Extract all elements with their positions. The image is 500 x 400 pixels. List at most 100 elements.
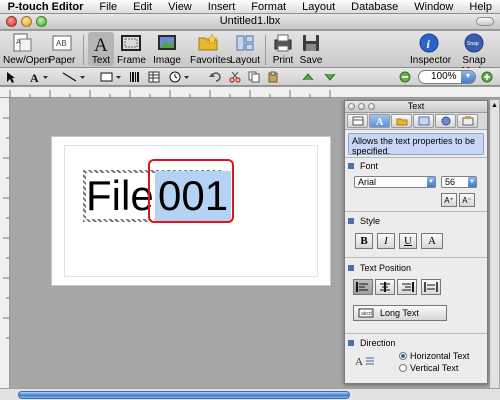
print-label: Print [272, 55, 294, 66]
menu-database[interactable]: Database [343, 1, 406, 13]
save-button[interactable]: Save [299, 32, 323, 66]
horizontal-text-radio[interactable]: Horizontal Text [399, 351, 469, 361]
long-text-label: Long Text [380, 308, 419, 318]
menu-help[interactable]: Help [461, 1, 500, 13]
favorites-button[interactable]: Favorites [190, 32, 231, 66]
tab-layout-icon[interactable] [347, 114, 368, 128]
section-divider [345, 257, 487, 258]
tab-image-icon[interactable] [435, 114, 456, 128]
barcode-icon[interactable] [128, 70, 142, 84]
label-page[interactable]: File 001 [51, 136, 331, 286]
section-marker-icon [348, 163, 354, 169]
menu-format[interactable]: Format [243, 1, 294, 13]
underline-label: U [404, 235, 412, 247]
horizontal-scrollbar[interactable] [0, 388, 500, 400]
inspector-close-button[interactable] [348, 103, 355, 110]
undo-icon[interactable] [208, 70, 222, 84]
line-tool-icon[interactable] [60, 70, 88, 84]
paper-button[interactable]: AB Paper [47, 32, 77, 66]
printer-icon [272, 32, 294, 54]
horizontal-ruler [0, 87, 500, 98]
inspector-tabs: A [345, 113, 487, 130]
text-effects-button[interactable]: A [421, 233, 443, 249]
database-table-icon[interactable] [147, 70, 161, 84]
menu-file[interactable]: File [91, 1, 125, 13]
align-right-button[interactable] [397, 279, 417, 295]
italic-button[interactable]: I [377, 233, 395, 249]
text-object-word[interactable]: File [86, 171, 154, 221]
svg-text:A: A [30, 71, 39, 83]
font-size-increase-button[interactable]: A⁺ [441, 193, 457, 207]
font-size-increase-icon: A⁺ [444, 195, 454, 205]
align-center-button[interactable] [375, 279, 395, 295]
font-name-value: Arial [358, 177, 377, 187]
tab-text-icon[interactable]: A [369, 114, 390, 128]
bold-button[interactable]: B [355, 233, 373, 249]
long-text-button[interactable]: abcd Long Text [353, 305, 447, 321]
text-position-section-label: Text Position [360, 263, 412, 273]
svg-text:A: A [94, 35, 108, 54]
font-size-decrease-button[interactable]: A⁻ [459, 193, 475, 207]
tab-database-icon[interactable] [457, 114, 478, 128]
menu-window[interactable]: Window [406, 1, 461, 13]
text-insert-dropdown-icon[interactable]: A [28, 70, 52, 84]
section-divider [345, 211, 487, 212]
tab-frame-icon[interactable] [413, 114, 434, 128]
layout-label: Layout [230, 55, 261, 66]
scroll-up-arrow-icon[interactable]: ▲ [491, 102, 498, 109]
rotate-right-icon[interactable] [322, 70, 338, 84]
inspector-minimize-button[interactable] [358, 103, 365, 110]
justify-button[interactable] [421, 279, 441, 295]
paper-icon: AB [51, 32, 73, 54]
frame-tool-button[interactable]: Frame [117, 32, 146, 66]
font-size-decrease-icon: A⁻ [462, 195, 472, 205]
print-button[interactable]: Print [270, 32, 296, 66]
section-divider [345, 333, 487, 334]
toolbar-toggle-button[interactable] [476, 17, 494, 26]
inspector-titlebar: Text [345, 101, 487, 113]
shape-tool-icon[interactable] [98, 70, 124, 84]
menu-view[interactable]: View [160, 1, 200, 13]
italic-label: I [384, 235, 388, 247]
font-size-select[interactable]: 56 ▼ [441, 176, 477, 188]
menu-app[interactable]: P-touch Editor [6, 1, 92, 13]
inspector-button[interactable]: i Inspector [410, 32, 451, 66]
vertical-text-radio[interactable]: Vertical Text [399, 363, 458, 373]
horizontal-scrollbar-thumb[interactable] [18, 391, 350, 399]
vertical-scrollbar[interactable]: ▲ [489, 100, 499, 388]
paste-icon[interactable] [266, 70, 280, 84]
rotate-left-icon[interactable] [300, 70, 316, 84]
menubar: P-touch Editor File Edit View Insert For… [0, 0, 500, 14]
new-open-button[interactable]: A New/Open [3, 32, 50, 66]
zoom-in-icon[interactable] [480, 70, 494, 84]
align-left-button[interactable] [353, 279, 373, 295]
layout-button[interactable]: Layout [230, 32, 260, 66]
arrow-pointer-icon[interactable] [4, 70, 18, 84]
section-marker-icon [348, 340, 354, 346]
cut-scissors-icon[interactable] [228, 70, 242, 84]
underline-button[interactable]: U [399, 233, 417, 249]
text-position-section-header: Text Position [348, 263, 411, 273]
menu-layout[interactable]: Layout [294, 1, 343, 13]
window-titlebar: Untitled1.lbx [0, 14, 500, 30]
zoom-out-icon[interactable] [398, 70, 412, 84]
image-tool-button[interactable]: Image [152, 32, 182, 66]
text-tool-button[interactable]: A Text [88, 32, 114, 66]
save-label: Save [299, 55, 323, 66]
zoom-select[interactable]: 100% ▼ [418, 70, 476, 84]
svg-text:A: A [376, 117, 384, 126]
menu-insert[interactable]: Insert [200, 1, 244, 13]
justify-icon [424, 282, 438, 292]
long-text-icon: abcd [358, 308, 374, 318]
font-section-label: Font [360, 161, 379, 171]
frame-icon [120, 32, 142, 54]
style-section-label: Style [360, 216, 381, 226]
inspector-zoom-button[interactable] [368, 103, 375, 110]
menu-edit[interactable]: Edit [125, 1, 160, 13]
copy-icon[interactable] [247, 70, 261, 84]
font-name-select[interactable]: Arial ▼ [354, 176, 436, 188]
tab-favorites-icon[interactable] [391, 114, 412, 128]
main-toolbar: A New/Open AB Paper A Text Frame Image F… [0, 31, 500, 77]
clock-tool-icon[interactable] [168, 70, 194, 84]
favorites-label: Favorites [190, 55, 232, 66]
